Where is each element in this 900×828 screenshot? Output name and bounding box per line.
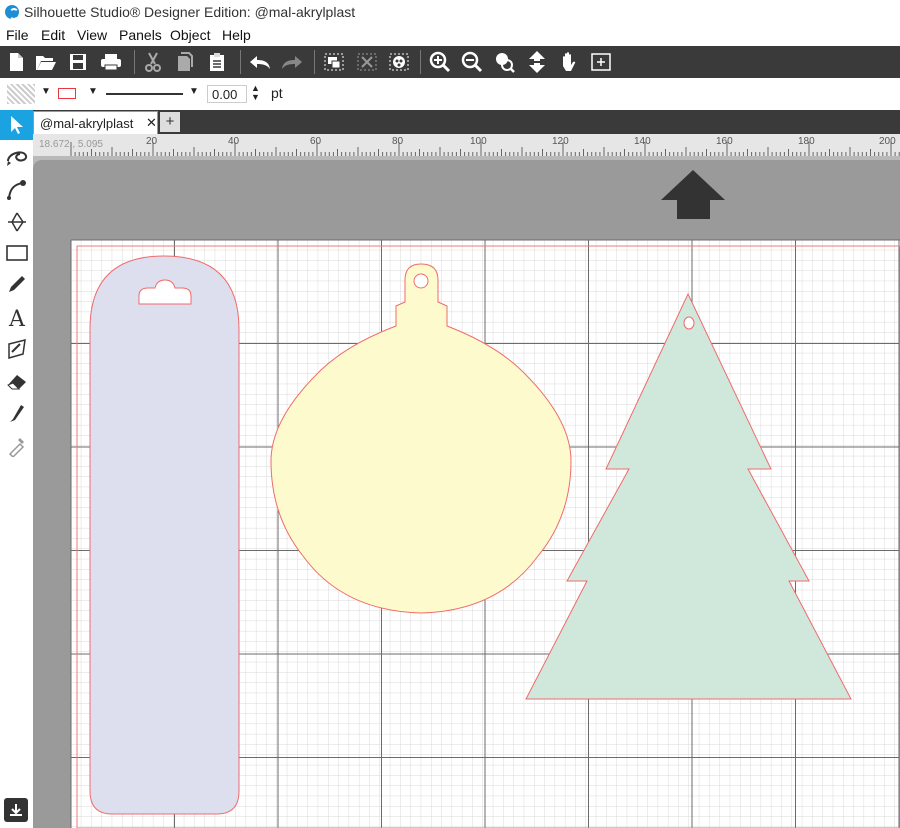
menu-bar: File Edit View Panels Object Help bbox=[0, 24, 900, 46]
svg-text:A: A bbox=[8, 307, 26, 329]
document-tab-label: @mal-akrylplast bbox=[40, 116, 134, 131]
close-tab-icon[interactable]: ✕ bbox=[146, 115, 157, 131]
knife-tool-icon[interactable] bbox=[0, 206, 33, 236]
cursor-coordinates: 18.672 , 5.095 bbox=[39, 139, 103, 150]
ruler-ticks bbox=[70, 142, 900, 156]
document-tab[interactable]: @mal-akrylplast ✕ bbox=[33, 111, 158, 134]
line-color-dropdown-arrow-icon[interactable]: ▼ bbox=[88, 86, 98, 97]
print-icon[interactable] bbox=[98, 50, 124, 74]
line-width-unit: pt bbox=[271, 85, 283, 101]
save-icon[interactable] bbox=[65, 50, 91, 74]
fill-dropdown-arrow-icon[interactable]: ▼ bbox=[41, 86, 51, 97]
point-edit-tool-icon[interactable] bbox=[0, 142, 33, 172]
paste-icon[interactable] bbox=[204, 50, 230, 74]
knife-blade-tool-icon[interactable] bbox=[0, 398, 33, 428]
ruler-label-80: 80 bbox=[392, 136, 404, 147]
line-options-bar: ▼ ▼ ▼ 0.00 ▲ ▼ pt bbox=[0, 78, 900, 111]
ruler-label-40: 40 bbox=[228, 136, 240, 147]
new-tab-button[interactable]: + bbox=[160, 112, 180, 132]
draw-freehand-tool-icon[interactable] bbox=[0, 334, 33, 364]
design-canvas[interactable] bbox=[33, 156, 900, 828]
app-logo-icon bbox=[5, 5, 19, 20]
ruler-label-200: 200 bbox=[879, 136, 896, 147]
eraser-tool-icon[interactable] bbox=[0, 366, 33, 396]
eyedropper-tool-icon[interactable] bbox=[0, 430, 33, 460]
zoom-in-icon[interactable] bbox=[427, 50, 453, 74]
zoom-out-icon[interactable] bbox=[459, 50, 485, 74]
ruler-label-180: 180 bbox=[798, 136, 815, 147]
menu-view[interactable]: View bbox=[77, 27, 107, 43]
horizontal-ruler: 18.672 , 5.095 20 40 60 80 100 120 140 1… bbox=[33, 134, 900, 157]
ruler-label-140: 140 bbox=[634, 136, 651, 147]
select-tool-icon[interactable] bbox=[0, 110, 33, 140]
ruler-label-60: 60 bbox=[310, 136, 322, 147]
line-style-preview[interactable] bbox=[106, 93, 183, 95]
menu-edit[interactable]: Edit bbox=[41, 27, 65, 43]
menu-object[interactable]: Object bbox=[170, 27, 210, 43]
line-width-stepper-icon[interactable]: ▲ ▼ bbox=[251, 84, 260, 102]
pan-hand-icon[interactable] bbox=[556, 50, 582, 74]
ruler-label-160: 160 bbox=[716, 136, 733, 147]
window-title: Silhouette Studio® Designer Edition: @ma… bbox=[24, 4, 356, 20]
ruler-label-20: 20 bbox=[146, 136, 158, 147]
ungroup-icon[interactable] bbox=[354, 50, 380, 74]
tool-panel: A bbox=[0, 110, 33, 828]
group-icon[interactable] bbox=[321, 50, 347, 74]
copy-icon[interactable] bbox=[172, 50, 198, 74]
menu-panels[interactable]: Panels bbox=[119, 27, 162, 43]
redo-icon[interactable] bbox=[279, 50, 305, 74]
compound-path-icon[interactable] bbox=[386, 50, 412, 74]
zoom-select-icon[interactable] bbox=[491, 50, 517, 74]
undo-icon[interactable] bbox=[247, 50, 273, 74]
fit-to-page-icon[interactable] bbox=[524, 50, 550, 74]
menu-help[interactable]: Help bbox=[222, 27, 251, 43]
rectangle-tool-icon[interactable] bbox=[0, 238, 33, 268]
line-style-dropdown-arrow-icon[interactable]: ▼ bbox=[189, 86, 199, 97]
ruler-label-100: 100 bbox=[470, 136, 487, 147]
ruler-label-120: 120 bbox=[552, 136, 569, 147]
main-toolbar bbox=[0, 46, 900, 78]
zoom-fit-icon[interactable] bbox=[588, 50, 614, 74]
cut-icon[interactable] bbox=[140, 50, 166, 74]
text-tool-icon[interactable]: A bbox=[0, 302, 33, 332]
tag-shape bbox=[89, 255, 240, 815]
open-folder-icon[interactable] bbox=[33, 50, 59, 74]
fill-pattern-swatch[interactable] bbox=[7, 84, 35, 104]
line-color-swatch[interactable] bbox=[58, 88, 76, 99]
draw-curve-tool-icon[interactable] bbox=[0, 174, 33, 204]
document-tab-bar: @mal-akrylplast ✕ + bbox=[0, 110, 900, 134]
line-width-input[interactable]: 0.00 bbox=[207, 85, 247, 103]
title-bar: Silhouette Studio® Designer Edition: @ma… bbox=[0, 0, 900, 24]
pencil-tool-icon[interactable] bbox=[0, 270, 33, 300]
new-document-icon[interactable] bbox=[3, 50, 29, 74]
menu-file[interactable]: File bbox=[6, 27, 29, 43]
